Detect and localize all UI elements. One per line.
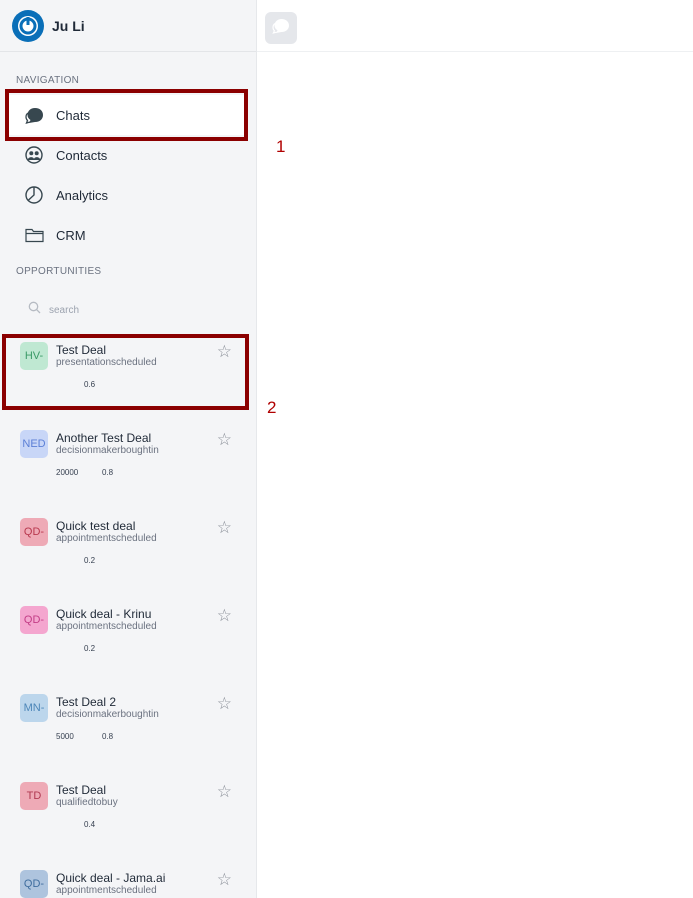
nav-item-crm[interactable]: CRM [8,215,244,255]
nav-label-analytics: Analytics [56,187,109,203]
deal-probability: 0.8 [102,732,114,741]
star-icon[interactable]: ☆ [217,607,232,624]
deal-metrics: 0.6 [56,380,95,389]
deal-name: Quick deal - Jama.ai [56,871,166,885]
deal-metrics: 0.4 [56,820,95,829]
deal-metrics: 0.2 [56,644,95,653]
nav-item-chats[interactable]: Chats [8,95,244,135]
navigation-section-title: NAVIGATION [16,75,80,86]
star-icon[interactable]: ☆ [217,783,232,800]
chat-icon [24,105,44,125]
deal-stage: appointmentscheduled [56,533,157,544]
star-icon[interactable]: ☆ [217,343,232,360]
deal-avatar: QD- [20,870,48,898]
main-header [257,0,693,52]
deal-item[interactable]: QD- Quick test deal appointmentscheduled… [8,508,244,578]
nav-item-analytics[interactable]: Analytics [8,175,244,215]
deal-name: Test Deal [56,343,107,357]
star-icon[interactable]: ☆ [217,519,232,536]
deal-stage: appointmentscheduled [56,885,157,896]
deal-amount: 5000 [56,732,74,741]
deal-amount [56,556,86,565]
deal-probability: 0.8 [102,468,114,477]
deal-stage: presentationscheduled [56,357,157,368]
folder-icon [24,225,44,245]
deal-avatar: QD- [20,606,48,634]
deal-avatar: TD [20,782,48,810]
deal-avatar: MN- [20,694,48,722]
deal-amount [56,644,86,653]
deal-probability: 0.6 [84,380,96,389]
app-logo-icon[interactable] [12,9,44,42]
star-icon[interactable]: ☆ [217,695,232,712]
deal-metrics: 0.2 [56,556,95,565]
deal-amount: 20000 [56,468,79,477]
sidebar-header: Ju Li [0,0,256,52]
star-icon[interactable]: ☆ [217,871,232,888]
deal-name: Test Deal [56,783,107,797]
deal-probability: 0.2 [84,556,96,565]
search-icon [28,301,41,319]
deal-stage: qualifiedtobuy [56,797,118,808]
deal-amount [56,380,86,389]
deal-name: Another Test Deal [56,431,152,445]
star-icon[interactable]: ☆ [217,431,232,448]
deal-item[interactable]: QD- Quick deal - Krinu appointmentschedu… [8,596,244,666]
chat-icon [272,18,290,39]
deal-avatar: NED [20,430,48,458]
deal-item[interactable]: TD Test Deal qualifiedtobuy 0.4 ☆ [8,772,244,842]
nav-label-contacts: Contacts [56,147,108,163]
user-name: Ju Li [52,17,85,34]
deal-avatar: HV- [20,342,48,370]
sidebar: Ju Li NAVIGATION Chats Contacts Analytic… [0,0,257,898]
deal-avatar: QD- [20,518,48,546]
annotation-marker-2: 2 [267,398,277,417]
deal-item[interactable]: MN- Test Deal 2 decisionmakerboughtin 50… [8,684,244,754]
deal-metrics: 20000 0.8 [56,468,113,477]
deal-stage: decisionmakerboughtin [56,709,159,720]
search-input[interactable] [49,304,219,316]
deal-search [28,298,228,322]
deal-name: Quick deal - Krinu [56,607,152,621]
deal-probability: 0.4 [84,820,96,829]
nav-label-crm: CRM [56,227,86,243]
deal-item[interactable]: QD- Quick deal - Jama.ai appointmentsche… [8,860,244,898]
deal-name: Quick test deal [56,519,136,533]
deal-stage: appointmentscheduled [56,621,157,632]
deal-item[interactable]: NED Another Test Deal decisionmakerbough… [8,420,244,490]
deal-amount [56,820,86,829]
annotation-marker-1: 1 [276,137,286,156]
pie-chart-icon [24,185,44,205]
deal-probability: 0.2 [84,644,96,653]
deal-metrics: 5000 0.8 [56,732,113,741]
nav-item-contacts[interactable]: Contacts [8,135,244,175]
contacts-icon [24,145,44,165]
deal-stage: decisionmakerboughtin [56,445,159,456]
nav-label-chats: Chats [56,107,90,123]
opportunities-section-title: OPPORTUNITIES [16,266,102,277]
deal-name: Test Deal 2 [56,695,117,709]
chat-toggle-button[interactable] [265,12,297,44]
deal-item[interactable]: HV- Test Deal presentationscheduled 0.6 … [8,332,244,402]
